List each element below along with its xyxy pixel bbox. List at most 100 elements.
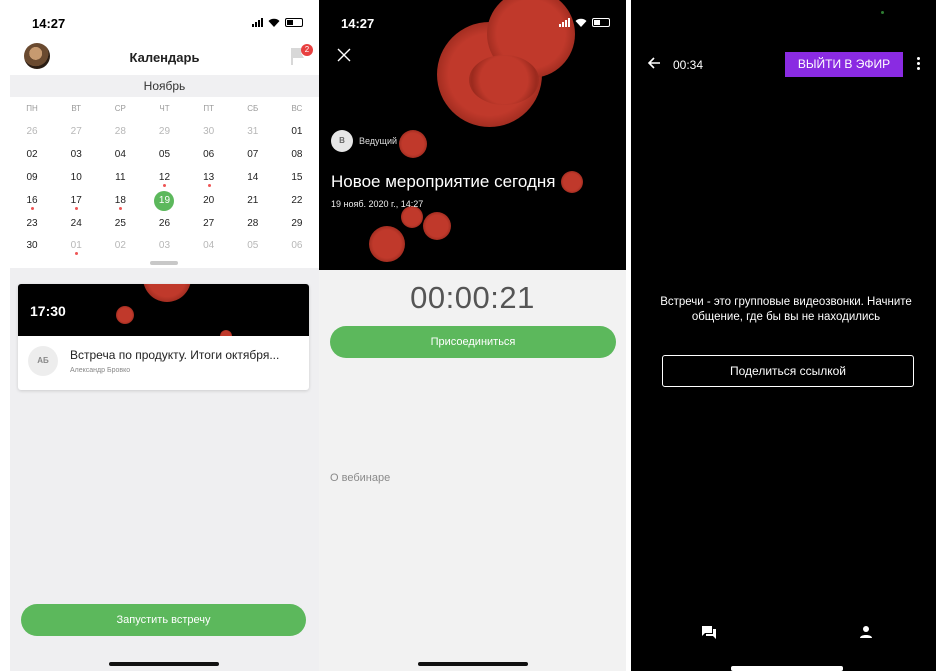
calendar-day[interactable]: 29 <box>142 124 186 140</box>
calendar-week: 09 10 11 12 13 14 15 <box>10 170 319 187</box>
calendar-day[interactable]: 31 <box>231 124 275 140</box>
start-meeting-button[interactable]: Запустить встречу <box>21 604 306 636</box>
camera-indicator <box>881 11 884 14</box>
calendar-day[interactable]: 15 <box>275 170 319 186</box>
calendar-day[interactable]: 06 <box>187 147 231 163</box>
status-bar: 14:27 <box>10 0 319 40</box>
weekday-label: ПТ <box>203 104 214 113</box>
event-screen: 14:27 В Ведущий Новое мероприятие сегодн… <box>319 0 626 671</box>
host-label: Ведущий <box>359 136 398 146</box>
calendar-day[interactable]: 20 <box>187 193 231 209</box>
wifi-icon <box>268 18 280 27</box>
calendar-week: 30 01 02 03 04 05 06 <box>10 238 319 255</box>
event-banner: 17:30 <box>18 284 309 336</box>
calendar-day[interactable]: 30 <box>187 124 231 140</box>
calendar-day[interactable]: 05 <box>231 238 275 254</box>
calendar-day[interactable]: 30 <box>10 238 54 254</box>
countdown-timer: 00:00:21 <box>410 280 535 315</box>
calendar-day[interactable]: 25 <box>98 216 142 232</box>
calendar-day-selected[interactable]: 19 <box>142 191 186 211</box>
home-indicator <box>109 662 219 666</box>
decorative-blob <box>369 226 405 262</box>
calendar-day[interactable]: 08 <box>275 147 319 163</box>
calendar-day[interactable]: 14 <box>231 170 275 186</box>
broadcast-screen: 00:34 ВЫЙТИ В ЭФИР Встречи - это группов… <box>631 0 936 671</box>
calendar-day[interactable]: 05 <box>142 147 186 163</box>
notification-badge: 2 <box>301 44 313 56</box>
weekday-label: СР <box>114 104 126 113</box>
calendar-day[interactable]: 04 <box>98 147 142 163</box>
decorative-blob <box>423 212 451 240</box>
calendar-week: 16 17 18 19 20 21 22 <box>10 191 319 211</box>
wifi-icon <box>575 18 587 27</box>
calendar-day[interactable]: 06 <box>275 238 319 254</box>
calendar-day[interactable]: 03 <box>142 238 186 254</box>
weekday-label: ЧТ <box>159 104 170 113</box>
calendar-day[interactable]: 01 <box>275 124 319 140</box>
calendar-day[interactable]: 27 <box>187 216 231 232</box>
decorative-blob <box>116 306 134 324</box>
calendar-day[interactable]: 23 <box>10 216 54 232</box>
calendar-day[interactable]: 26 <box>10 124 54 140</box>
status-time: 14:27 <box>341 16 375 31</box>
event-hero: 14:27 В Ведущий Новое мероприятие сегодн… <box>319 0 626 270</box>
weekday-label: ПН <box>26 104 38 113</box>
event-card[interactable]: 17:30 АБ Встреча по продукту. Итоги октя… <box>18 284 309 390</box>
calendar-day[interactable]: 09 <box>10 170 54 186</box>
battery-icon <box>285 18 303 27</box>
status-time: 14:27 <box>32 16 66 31</box>
person-icon[interactable] <box>859 625 873 639</box>
go-live-button[interactable]: ВЫЙТИ В ЭФИР <box>785 52 903 77</box>
chat-icon[interactable] <box>701 625 717 641</box>
calendar-day[interactable]: 03 <box>54 147 98 163</box>
calendar-day[interactable]: 13 <box>187 170 231 187</box>
share-link-button[interactable]: Поделиться ссылкой <box>662 355 914 387</box>
weekday-label: СБ <box>247 104 259 113</box>
about-webinar-label[interactable]: О вебинаре <box>330 472 390 484</box>
calendar-week: 26 27 28 29 30 31 01 <box>10 124 319 140</box>
back-arrow-icon[interactable] <box>647 56 661 70</box>
home-indicator <box>418 662 528 666</box>
join-button[interactable]: Присоединиться <box>330 326 616 358</box>
calendar-day[interactable]: 02 <box>98 238 142 254</box>
month-label[interactable]: Ноябрь <box>10 75 319 97</box>
close-icon[interactable] <box>337 48 351 62</box>
drag-handle[interactable] <box>150 261 178 265</box>
weekday-header: ПН ВТ СР ЧТ ПТ СБ ВС <box>10 104 319 113</box>
decorative-blob <box>399 130 427 158</box>
signal-icon <box>252 18 263 27</box>
calendar-day[interactable]: 04 <box>187 238 231 254</box>
more-vertical-icon[interactable] <box>917 57 921 71</box>
calendar-day[interactable]: 10 <box>54 170 98 186</box>
calendar-day[interactable]: 17 <box>54 193 98 210</box>
calendar-week: 02 03 04 05 06 07 08 <box>10 147 319 163</box>
calendar-day[interactable]: 22 <box>275 193 319 209</box>
calendar-day[interactable]: 11 <box>98 170 142 186</box>
decorative-blob <box>561 171 583 193</box>
empty-state-message: Встречи - это групповые видеозвонки. Нач… <box>660 296 912 323</box>
calendar-day[interactable]: 21 <box>231 193 275 209</box>
calendar-day[interactable]: 07 <box>231 147 275 163</box>
calendar-day[interactable]: 29 <box>275 216 319 232</box>
decorative-blob <box>143 284 191 302</box>
decorative-blob <box>220 330 232 336</box>
calendar-day[interactable]: 27 <box>54 124 98 140</box>
event-time: 17:30 <box>30 303 66 319</box>
calendar-day[interactable]: 16 <box>10 193 54 210</box>
signal-icon <box>559 18 570 27</box>
status-bar: 14:27 <box>319 0 626 40</box>
calendar-day[interactable]: 24 <box>54 216 98 232</box>
calendar-day[interactable]: 01 <box>54 238 98 255</box>
calendar-day[interactable]: 12 <box>142 170 186 187</box>
calendar-day[interactable]: 28 <box>98 124 142 140</box>
event-host: Александр Бровко <box>70 367 131 374</box>
host-avatar: В <box>331 130 353 152</box>
calendar-day[interactable]: 26 <box>142 216 186 232</box>
event-title: Встреча по продукту. Итоги октября... <box>70 348 280 362</box>
calendar-day[interactable]: 02 <box>10 147 54 163</box>
calendar-day[interactable]: 18 <box>98 193 142 210</box>
elapsed-time: 00:34 <box>673 58 704 72</box>
decorative-blob <box>401 206 423 228</box>
calendar-day[interactable]: 28 <box>231 216 275 232</box>
page-title: Календарь <box>129 50 200 65</box>
